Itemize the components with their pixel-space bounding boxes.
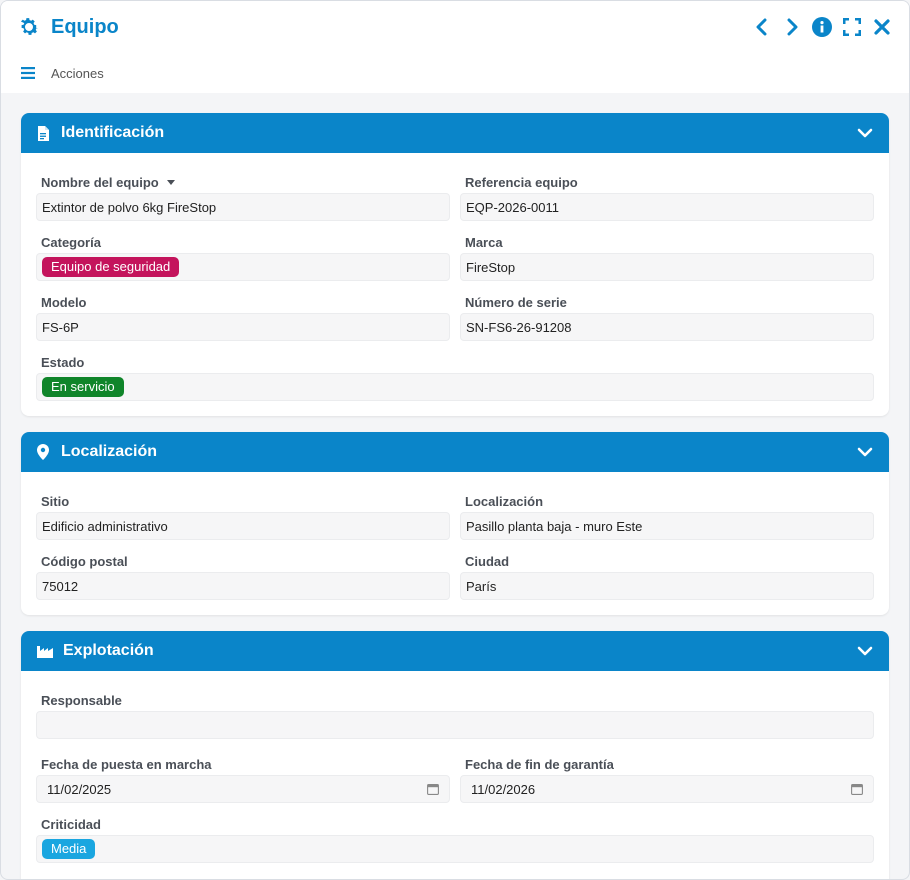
section-header-explotacion[interactable]: Explotación (21, 631, 889, 671)
field-label: Sitio (41, 493, 70, 509)
localizacion-input[interactable]: Pasillo planta baja - muro Este (460, 512, 874, 540)
fullscreen-button[interactable] (841, 16, 863, 38)
serie-input[interactable]: SN-FS6-26-91208 (460, 313, 874, 341)
caret-down-icon[interactable] (166, 179, 175, 185)
equipment-window: Equipo Acciones Identificación Nombre de… (0, 0, 910, 880)
label-text: Nombre del equipo (41, 174, 159, 190)
criticidad-select[interactable]: Media (36, 835, 874, 863)
field-fecha-puesta: Fecha de puesta en marcha 11/02/2025 (36, 753, 450, 803)
info-icon (812, 17, 832, 37)
field-label: Referencia equipo (465, 174, 578, 190)
info-button[interactable] (811, 16, 833, 38)
section-explotacion: Explotación Responsable Fecha de puesta … (21, 631, 889, 879)
field-localizacion: Localización Pasillo planta baja - muro … (460, 490, 874, 540)
ciudad-input[interactable]: París (460, 572, 874, 600)
estado-tag: En servicio (42, 377, 124, 397)
section-localizacion: Localización Sitio Edificio administrati… (21, 432, 889, 615)
field-estado: Estado En servicio (36, 351, 874, 401)
nombre-input[interactable]: Extintor de polvo 6kg FireStop (36, 193, 450, 221)
field-criticidad: Criticidad Media (36, 813, 874, 863)
fecha-garantia-input[interactable]: 11/02/2026 (460, 775, 874, 803)
section-body: Responsable Fecha de puesta en marcha 11… (21, 671, 889, 879)
calendar-icon[interactable] (427, 783, 439, 795)
date-value: 11/02/2025 (47, 781, 112, 797)
codigo-postal-input[interactable]: 75012 (36, 572, 450, 600)
field-label: Fecha de puesta en marcha (41, 756, 212, 772)
modelo-input[interactable]: FS-6P (36, 313, 450, 341)
section-body: Nombre del equipo Extintor de polvo 6kg … (21, 153, 889, 416)
estado-select[interactable]: En servicio (36, 373, 874, 401)
calendar-icon[interactable] (851, 783, 863, 795)
window-controls (751, 16, 893, 38)
field-serie: Número de serie SN-FS6-26-91208 (460, 291, 874, 341)
field-label: Modelo (41, 294, 87, 310)
hamburger-icon[interactable] (21, 67, 35, 79)
responsable-input[interactable] (36, 711, 874, 739)
previous-button[interactable] (751, 16, 773, 38)
fecha-puesta-input[interactable]: 11/02/2025 (36, 775, 450, 803)
field-sitio: Sitio Edificio administrativo (36, 490, 450, 540)
close-button[interactable] (871, 16, 893, 38)
field-referencia: Referencia equipo EQP-2026-0011 (460, 171, 874, 221)
field-codigo-postal: Código postal 75012 (36, 550, 450, 600)
field-marca: Marca FireStop (460, 231, 874, 281)
field-label: Fecha de fin de garantía (465, 756, 614, 772)
field-fecha-garantia: Fecha de fin de garantía 11/02/2026 (460, 753, 874, 803)
section-header-identificacion[interactable]: Identificación (21, 113, 889, 153)
chevron-left-icon (756, 18, 767, 36)
marca-input[interactable]: FireStop (460, 253, 874, 281)
chevron-down-icon[interactable] (857, 444, 873, 460)
next-button[interactable] (781, 16, 803, 38)
section-body: Sitio Edificio administrativo Localizaci… (21, 472, 889, 615)
field-nombre: Nombre del equipo Extintor de polvo 6kg … (36, 171, 450, 221)
field-label: Criticidad (41, 816, 101, 832)
field-label: Marca (465, 234, 503, 250)
date-value: 11/02/2026 (471, 781, 536, 797)
section-title: Identificación (61, 124, 165, 141)
document-icon (37, 125, 51, 141)
field-responsable: Responsable (36, 689, 874, 739)
close-icon (874, 19, 890, 35)
title-bar: Equipo (1, 1, 909, 53)
field-ciudad: Ciudad París (460, 550, 874, 600)
fullscreen-icon (843, 18, 861, 36)
action-bar: Acciones (1, 53, 909, 93)
chevron-down-icon[interactable] (857, 643, 873, 659)
chevron-down-icon[interactable] (857, 125, 873, 141)
field-label: Código postal (41, 553, 128, 569)
field-categoria: Categoría Equipo de seguridad (36, 231, 450, 281)
field-label: Número de serie (465, 294, 567, 310)
field-label: Categoría (41, 234, 101, 250)
gear-icon (20, 18, 39, 35)
map-pin-icon (37, 444, 51, 460)
field-modelo: Modelo FS-6P (36, 291, 450, 341)
section-header-localizacion[interactable]: Localización (21, 432, 889, 472)
section-title: Localización (61, 443, 158, 460)
field-label[interactable]: Nombre del equipo (36, 171, 450, 193)
form-content: Identificación Nombre del equipo Extinto… (1, 93, 909, 879)
field-label: Ciudad (465, 553, 510, 569)
categoria-select[interactable]: Equipo de seguridad (36, 253, 450, 281)
chevron-right-icon (787, 18, 798, 36)
field-label: Responsable (41, 692, 122, 708)
field-label: Estado (41, 354, 85, 370)
section-identificacion: Identificación Nombre del equipo Extinto… (21, 113, 889, 416)
window-title: Equipo (51, 15, 119, 38)
criticidad-tag: Media (42, 839, 96, 859)
sitio-input[interactable]: Edificio administrativo (36, 512, 450, 540)
section-title: Explotación (63, 642, 154, 659)
actions-menu[interactable]: Acciones (51, 66, 104, 81)
factory-icon (37, 643, 53, 659)
field-label: Localización (465, 493, 544, 509)
categoria-tag: Equipo de seguridad (42, 257, 180, 277)
referencia-input[interactable]: EQP-2026-0011 (460, 193, 874, 221)
